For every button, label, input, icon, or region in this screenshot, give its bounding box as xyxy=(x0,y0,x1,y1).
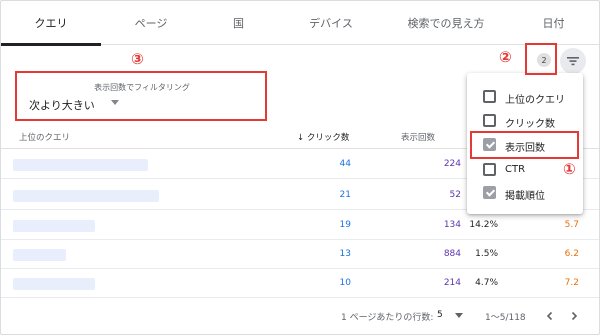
annotation-number-three: ③ xyxy=(131,50,144,68)
tab-label: クエリ xyxy=(34,17,68,30)
position-cell: 5.7 xyxy=(564,220,579,230)
column-header-clicks[interactable]: ↓ クリック数 xyxy=(297,131,349,143)
previous-page-button[interactable] xyxy=(541,307,559,325)
impressions-cell: 52 xyxy=(449,190,461,200)
checkbox-checked[interactable] xyxy=(483,186,496,199)
menu-item-label: クリック数 xyxy=(505,119,555,130)
clicks-cell: 19 xyxy=(339,220,351,230)
menu-item-label: 掲載順位 xyxy=(505,191,545,202)
table-row[interactable]: 13 884 1.5% 6.2 xyxy=(1,240,599,269)
next-page-button[interactable] xyxy=(565,307,583,325)
annotation-number-two: ② xyxy=(499,48,512,66)
tab-label: デバイス xyxy=(309,17,353,30)
performance-panel: クエリ ページ 国 デバイス 検索での見え方 日付 2 表示回数でフィルタリング… xyxy=(0,0,600,335)
table-row[interactable]: 19 134 14.2% 5.7 xyxy=(1,211,599,240)
table-row[interactable]: 10 214 4.7% 7.2 xyxy=(1,269,599,298)
menu-item-label: CTR xyxy=(505,164,526,175)
tab-country[interactable]: 国 xyxy=(201,1,276,45)
column-header-query[interactable]: 上位のクエリ xyxy=(19,131,70,143)
ctr-cell: 1.5% xyxy=(475,249,498,259)
impressions-cell: 214 xyxy=(443,278,461,288)
redacted-query-text xyxy=(13,249,66,261)
column-header-impressions[interactable]: 表示回数 xyxy=(401,131,435,143)
redacted-query-text xyxy=(13,190,159,202)
ctr-cell: 4.7% xyxy=(475,278,498,288)
annotation-box-filter-count xyxy=(525,43,557,75)
checkbox[interactable] xyxy=(483,163,496,176)
chevron-right-icon xyxy=(571,311,578,321)
page-range-text: 1〜5/118 xyxy=(485,313,526,323)
annotation-box-impressions-item xyxy=(470,131,579,159)
tab-device[interactable]: デバイス xyxy=(276,1,386,45)
tab-label: ページ xyxy=(134,17,168,30)
annotation-number-one: ① xyxy=(563,160,576,178)
checkbox[interactable] xyxy=(483,114,496,127)
tab-label: 国 xyxy=(233,17,244,30)
clicks-cell: 21 xyxy=(339,190,351,200)
caret-down-icon[interactable] xyxy=(455,313,463,318)
clicks-cell: 13 xyxy=(339,249,351,259)
tab-date[interactable]: 日付 xyxy=(506,1,599,45)
pagination-bar: 1 ページあたりの行数: 5 1〜5/118 xyxy=(1,301,599,334)
tab-label: 検索での見え方 xyxy=(407,17,485,30)
annotation-box-filter-field xyxy=(15,71,267,121)
rows-per-page-select[interactable]: 5 xyxy=(437,310,443,320)
filter-rows-button[interactable] xyxy=(560,48,586,74)
rows-per-page-label: 1 ページあたりの行数: xyxy=(341,313,434,323)
redacted-query-text xyxy=(13,278,95,290)
impressions-cell: 224 xyxy=(443,159,461,169)
column-header-label: クリック数 xyxy=(306,133,350,143)
clicks-cell: 44 xyxy=(339,159,351,169)
menu-item-position[interactable]: 掲載順位 xyxy=(467,181,583,205)
position-cell: 7.2 xyxy=(564,278,579,288)
filter-list-icon xyxy=(567,57,579,66)
tab-search-appearance[interactable]: 検索での見え方 xyxy=(386,1,506,45)
position-cell: 6.2 xyxy=(564,249,579,259)
impressions-cell: 884 xyxy=(443,249,461,259)
chevron-left-icon xyxy=(546,311,553,321)
dimension-tabs: クエリ ページ 国 デバイス 検索での見え方 日付 xyxy=(1,1,599,46)
clicks-cell: 10 xyxy=(339,278,351,288)
tab-query[interactable]: クエリ xyxy=(1,1,101,46)
tab-page[interactable]: ページ xyxy=(101,1,201,45)
menu-item-label: 上位のクエリ xyxy=(505,95,565,106)
menu-item-top-queries[interactable]: 上位のクエリ xyxy=(467,85,583,109)
ctr-cell: 14.2% xyxy=(469,220,498,230)
checkbox[interactable] xyxy=(483,90,496,103)
arrow-down-icon: ↓ xyxy=(297,133,305,143)
redacted-query-text xyxy=(13,159,148,171)
menu-item-clicks[interactable]: クリック数 xyxy=(467,109,583,133)
impressions-cell: 134 xyxy=(443,220,461,230)
redacted-query-text xyxy=(13,220,95,232)
tab-label: 日付 xyxy=(542,17,565,30)
